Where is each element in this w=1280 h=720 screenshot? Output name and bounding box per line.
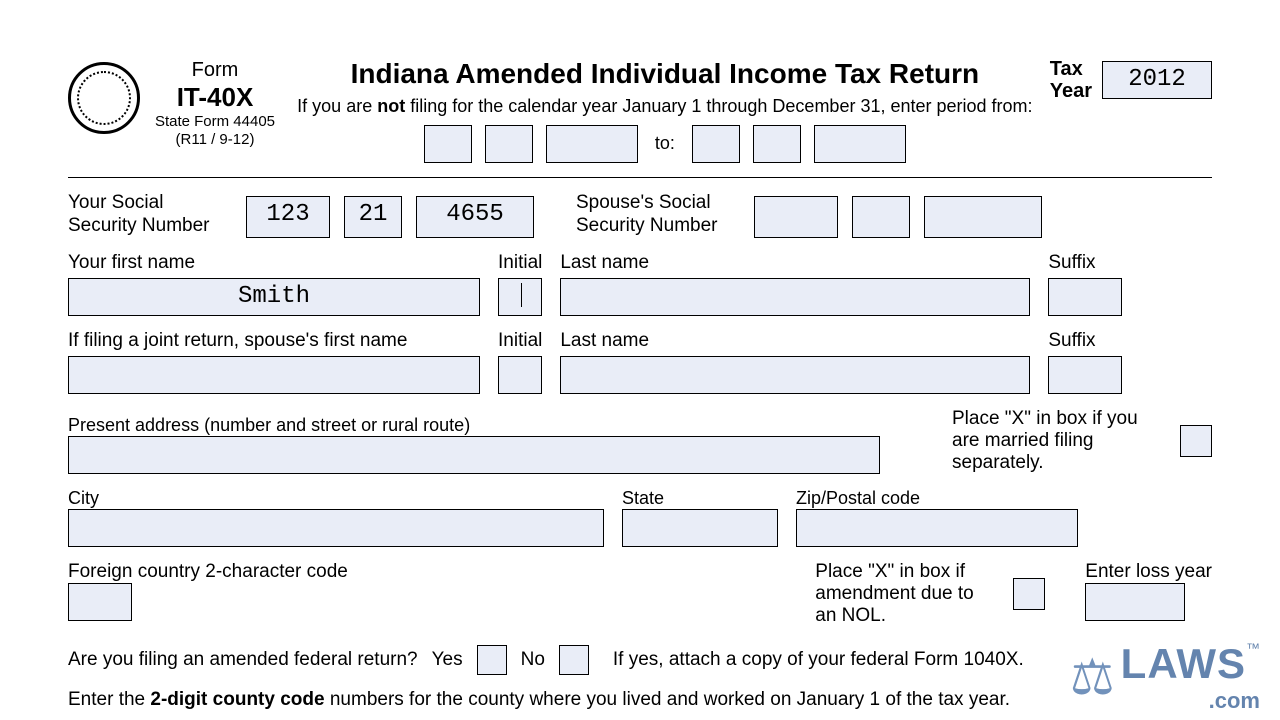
initial-label: Initial [498,252,542,274]
watermark-logo: ⚖ LAWS™ .com [1070,640,1260,714]
period-from-day[interactable] [485,125,533,163]
amended-no-label: No [521,649,545,671]
nol-label: Place "X" in box if amendment due to an … [815,561,999,627]
nol-checkbox[interactable] [1013,578,1045,610]
address-label: Present address (number and street or ru… [68,415,880,436]
form-revision: (R11 / 9-12) [150,131,280,149]
foreign-country-label: Foreign country 2-character code [68,561,348,583]
spouse-suffix-field[interactable] [1048,356,1122,394]
tax-year-field[interactable]: 2012 [1102,61,1212,99]
loss-year-label: Enter loss year [1085,561,1212,583]
mfs-checkbox[interactable] [1180,425,1212,457]
watermark-text: LAWS [1121,640,1246,687]
your-ssn-label: Your Social Security Number [68,192,228,238]
last-name-label: Last name [560,252,1030,274]
form-label: Form [150,58,280,82]
spouse-ssn-2[interactable] [852,196,910,238]
page-title: Indiana Amended Individual Income Tax Re… [290,58,1040,90]
spouse-initial-label: Initial [498,330,542,352]
zip-label: Zip/Postal code [796,488,1078,509]
form-code: IT-40X [150,82,280,113]
initial-field[interactable] [498,278,542,316]
watermark-tm: ™ [1246,640,1260,656]
county-instruction: Enter the 2-digit county code numbers fo… [68,689,1212,711]
spouse-last-name-label: Last name [560,330,1030,352]
your-ssn-1[interactable]: 123 [246,196,330,238]
your-ssn-2[interactable]: 21 [344,196,402,238]
city-label: City [68,488,604,509]
divider [68,177,1212,178]
address-field[interactable] [68,436,880,474]
period-to-day[interactable] [753,125,801,163]
foreign-country-field[interactable] [68,583,132,621]
suffix-field[interactable] [1048,278,1122,316]
first-name-label: Your first name [68,252,480,274]
period-to-month[interactable] [692,125,740,163]
zip-field[interactable] [796,509,1078,547]
spouse-initial-field[interactable] [498,356,542,394]
loss-year-field[interactable] [1085,583,1185,621]
spouse-suffix-label: Suffix [1048,330,1122,352]
period-to-year[interactable] [814,125,906,163]
period-to-label: to: [655,133,675,153]
state-seal-icon [68,62,140,134]
first-name-field[interactable]: Smith [68,278,480,316]
state-label: State [622,488,778,509]
mfs-label: Place "X" in box if you are married fili… [952,408,1170,474]
spouse-ssn-3[interactable] [924,196,1042,238]
amended-question: Are you filing an amended federal return… [68,649,418,671]
period-from-month[interactable] [424,125,472,163]
last-name-field[interactable] [560,278,1030,316]
watermark-domain: .com [1209,688,1260,714]
scales-icon: ⚖ [1070,648,1115,706]
amended-no-checkbox[interactable] [559,645,589,675]
suffix-label: Suffix [1048,252,1122,274]
city-field[interactable] [68,509,604,547]
tax-year-label: Tax Year [1050,58,1092,102]
period-instruction: If you are not filing for the calendar y… [290,96,1040,117]
amended-yes-label: Yes [432,649,463,671]
spouse-first-name-label: If filing a joint return, spouse's first… [68,330,480,352]
spouse-ssn-1[interactable] [754,196,838,238]
state-field[interactable] [622,509,778,547]
form-identifier: Form IT-40X State Form 44405 (R11 / 9-12… [150,58,280,149]
amended-note: If yes, attach a copy of your federal Fo… [613,649,1024,671]
spouse-ssn-label: Spouse's Social Security Number [576,192,736,238]
period-from-year[interactable] [546,125,638,163]
state-form-number: State Form 44405 [150,113,280,131]
amended-yes-checkbox[interactable] [477,645,507,675]
spouse-first-name-field[interactable] [68,356,480,394]
spouse-last-name-field[interactable] [560,356,1030,394]
your-ssn-3[interactable]: 4655 [416,196,534,238]
